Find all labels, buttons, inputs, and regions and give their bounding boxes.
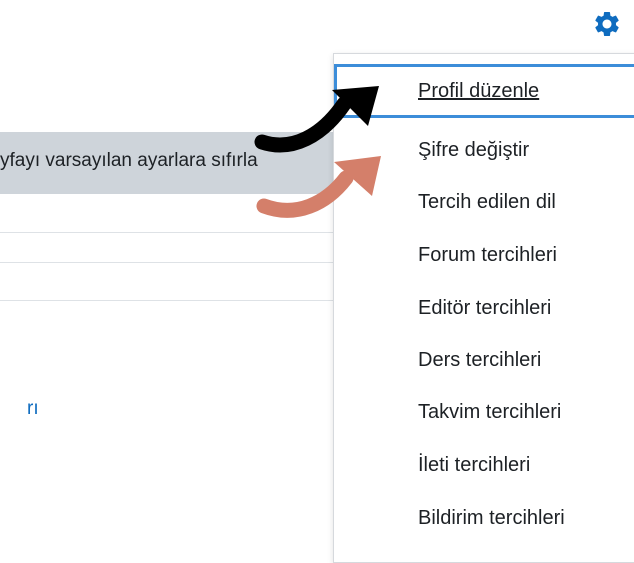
menu-item-label: Takvim tercihleri [418, 401, 562, 423]
menu-item-edit-profile[interactable]: Profil düzenle [334, 64, 634, 118]
menu-item-preferred-language[interactable]: Tercih edilen dil [334, 175, 634, 229]
page-link[interactable]: rı [27, 398, 39, 420]
menu-item-label: Profil düzenle [418, 80, 540, 102]
divider [0, 232, 334, 233]
menu-item-forum-preferences[interactable]: Forum tercihleri [334, 228, 634, 282]
menu-item-label: Tercih edilen dil [418, 191, 556, 213]
menu-item-calendar-preferences[interactable]: Takvim tercihleri [334, 385, 634, 439]
menu-item-message-preferences[interactable]: İleti tercihleri [334, 438, 634, 492]
menu-item-editor-preferences[interactable]: Editör tercihleri [334, 281, 634, 335]
menu-item-label: İleti tercihleri [418, 454, 531, 476]
menu-item-label: Ders tercihleri [418, 349, 542, 371]
menu-item-label: Bildirim tercihleri [418, 507, 565, 529]
user-menu-toggle[interactable] [588, 4, 626, 44]
menu-item-change-password[interactable]: Şifre değiştir [334, 123, 634, 177]
reset-page-button[interactable]: yfayı varsayılan ayarlara sıfırla [0, 132, 334, 194]
menu-item-course-preferences[interactable]: Ders tercihleri [334, 333, 634, 387]
menu-item-notification-preferences[interactable]: Bildirim tercihleri [334, 491, 634, 545]
gear-icon [595, 11, 619, 36]
menu-item-label: Editör tercihleri [418, 297, 552, 319]
reset-page-label: yfayı varsayılan ayarlara sıfırla [0, 150, 258, 171]
user-dropdown-menu: Profil düzenle Şifre değiştir Tercih edi… [333, 53, 634, 563]
divider [0, 300, 334, 301]
menu-item-label: Şifre değiştir [418, 139, 530, 161]
menu-item-label: Forum tercihleri [418, 244, 557, 266]
divider [0, 262, 334, 263]
